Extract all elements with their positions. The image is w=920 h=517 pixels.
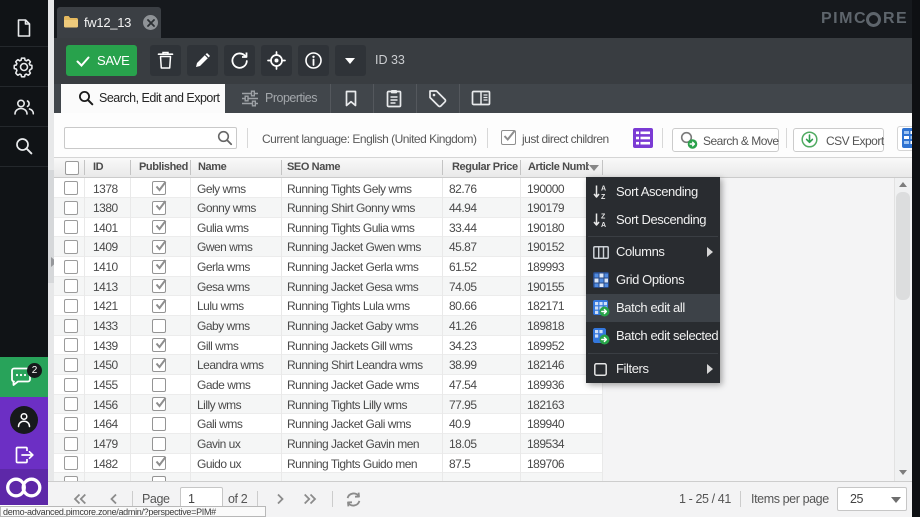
svg-text:Z: Z <box>601 194 606 200</box>
svg-text:Z: Z <box>601 213 606 220</box>
svg-text:A: A <box>601 222 606 228</box>
svg-text:A: A <box>601 185 606 192</box>
